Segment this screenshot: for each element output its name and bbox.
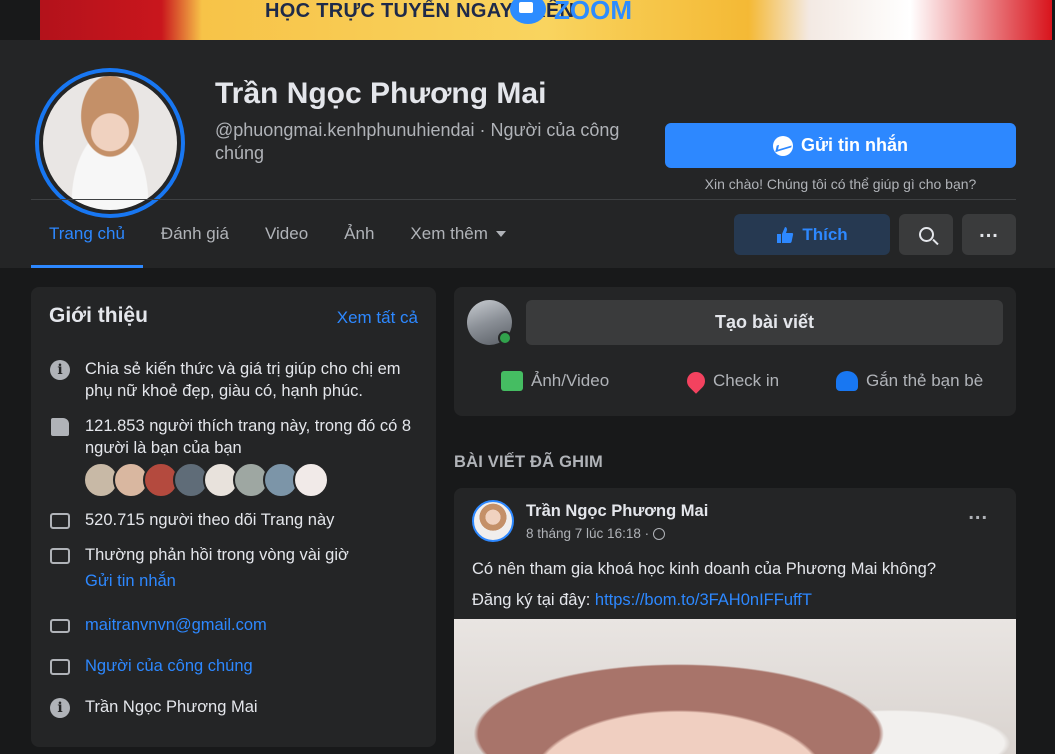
- category-link[interactable]: Người của công chúng: [85, 655, 253, 678]
- tab-photos[interactable]: Ảnh: [326, 200, 392, 268]
- post-more-button[interactable]: ...: [968, 503, 988, 523]
- profile-avatar[interactable]: [35, 68, 185, 218]
- post-text-line: Có nên tham gia khoá học kinh doanh của …: [472, 560, 937, 578]
- tab-label: Đánh giá: [160, 224, 229, 243]
- tag-friends-label: Gắn thẻ bạn bè: [866, 371, 984, 390]
- info-icon: i: [49, 359, 71, 381]
- globe-icon: [653, 527, 666, 540]
- like-label: Thích: [802, 224, 848, 244]
- tab-video[interactable]: Video: [247, 200, 326, 268]
- name-row: i Trần Ngọc Phương Mai: [49, 696, 424, 719]
- cover-photo[interactable]: HỌC TRỰC TUYẾN NGAY TRÊN ZOOM: [40, 0, 1052, 40]
- tab-reviews[interactable]: Đánh giá: [143, 200, 247, 268]
- post-timestamp[interactable]: 8 tháng 7 lúc 16:18 ·: [526, 526, 666, 541]
- response-text: Thường phản hồi trong vòng vài giờ: [85, 546, 349, 564]
- info-icon: i: [49, 697, 71, 719]
- post-time-text: 8 tháng 7 lúc 16:18 ·: [526, 526, 650, 541]
- tab-home[interactable]: Trang chủ: [31, 200, 143, 268]
- likes-text: 121.853 người thích trang này, trong đó …: [85, 417, 412, 457]
- like-button[interactable]: Thích: [734, 214, 890, 255]
- check-in-button[interactable]: Check in: [683, 366, 780, 396]
- tab-more[interactable]: Xem thêm: [392, 200, 523, 268]
- tab-label: Trang chủ: [49, 224, 125, 243]
- post-author[interactable]: Trần Ngọc Phương Mai: [526, 502, 708, 521]
- page-handle: @phuongmai.kenhphunuhiendai · Người của …: [215, 120, 620, 163]
- tab-label: Xem thêm: [410, 224, 488, 243]
- likes-row: 121.853 người thích trang này, trong đó …: [49, 415, 424, 459]
- post-author-avatar[interactable]: [472, 500, 514, 542]
- intro-card: Giới thiệu Xem tất cả i Chia sẻ kiến thứ…: [31, 287, 436, 747]
- photo-icon: [501, 371, 523, 391]
- create-post-button[interactable]: Tạo bài viết: [526, 300, 1003, 345]
- tag-friends-button[interactable]: Gắn thẻ bạn bè: [836, 366, 983, 396]
- thumbs-up-icon: [49, 416, 71, 438]
- about-text: Chia sẻ kiến thức và giá trị giúp cho ch…: [85, 360, 401, 400]
- email-row: maitranvnvn@gmail.com: [49, 614, 424, 637]
- page-tabs: Trang chủ Đánh giá Video Ảnh Xem thêm: [31, 200, 524, 268]
- message-icon: [49, 545, 71, 567]
- response-block: Thường phản hồi trong vòng vài giờ Gửi t…: [85, 544, 349, 592]
- tag-friends-icon: [836, 371, 858, 391]
- search-icon: [918, 227, 934, 242]
- followers-text: 520.715 người theo dõi Trang này: [85, 511, 335, 529]
- tab-label: Ảnh: [344, 224, 375, 243]
- greeting-text: Xin chào! Chúng tôi có thể giúp gì cho b…: [704, 176, 977, 192]
- send-message-link[interactable]: Gửi tin nhắn: [85, 570, 349, 592]
- email-icon: [49, 615, 71, 637]
- about-row: i Chia sẻ kiến thức và giá trị giúp cho …: [49, 358, 424, 402]
- thumbs-up-icon: [777, 226, 794, 243]
- send-message-button[interactable]: Gửi tin nhắn: [665, 123, 1016, 168]
- avatar-photo: [43, 76, 177, 210]
- register-link[interactable]: https://bom.to/3FAH0nIFFuffT: [595, 591, 812, 609]
- intro-title: Giới thiệu: [49, 304, 148, 327]
- location-pin-icon: [683, 368, 709, 394]
- create-post-card: Tạo bài viết Ảnh/Video Check in Gắn thẻ …: [454, 287, 1016, 416]
- friend-avatars[interactable]: [83, 462, 329, 498]
- follow-icon: [49, 510, 71, 532]
- name-text: Trần Ngọc Phương Mai: [85, 698, 258, 716]
- friend-avatar[interactable]: [293, 462, 329, 498]
- send-message-label: Gửi tin nhắn: [800, 135, 909, 155]
- post-register-line: Đăng ký tại đây: https://bom.to/3FAH0nIF…: [472, 585, 936, 616]
- register-prefix: Đăng ký tại đây:: [472, 591, 595, 609]
- online-status-icon: [498, 331, 512, 345]
- tab-label: Video: [264, 224, 309, 243]
- followers-row: 520.715 người theo dõi Trang này: [49, 509, 424, 532]
- email-link[interactable]: maitranvnvn@gmail.com: [85, 614, 267, 637]
- avatar-border: [39, 72, 181, 214]
- photo-video-label: Ảnh/Video: [531, 371, 610, 390]
- page-title: Trần Ngọc Phương Mai: [215, 77, 547, 110]
- search-button[interactable]: [899, 214, 953, 255]
- category-icon: [49, 656, 71, 678]
- messenger-icon: [772, 135, 793, 156]
- more-icon: ...: [979, 219, 999, 242]
- zoom-text: ZOOM: [554, 0, 632, 25]
- page-header: Trần Ngọc Phương Mai @phuongmai.kenhphun…: [0, 40, 1055, 268]
- caret-down-icon: [495, 231, 506, 237]
- check-in-label: Check in: [713, 371, 780, 390]
- category-row: Người của công chúng: [49, 655, 424, 678]
- post-body: Có nên tham gia khoá học kinh doanh của …: [472, 554, 936, 616]
- response-row: Thường phản hồi trong vòng vài giờ Gửi t…: [49, 544, 424, 592]
- pinned-post: Trần Ngọc Phương Mai 8 tháng 7 lúc 16:18…: [454, 488, 1016, 754]
- post-image[interactable]: [454, 619, 1016, 754]
- pinned-posts-heading: BÀI VIẾT ĐÃ GHIM: [454, 453, 603, 471]
- more-options-button[interactable]: ...: [962, 214, 1016, 255]
- photo-video-button[interactable]: Ảnh/Video: [501, 366, 609, 396]
- see-all-link[interactable]: Xem tất cả: [337, 308, 418, 328]
